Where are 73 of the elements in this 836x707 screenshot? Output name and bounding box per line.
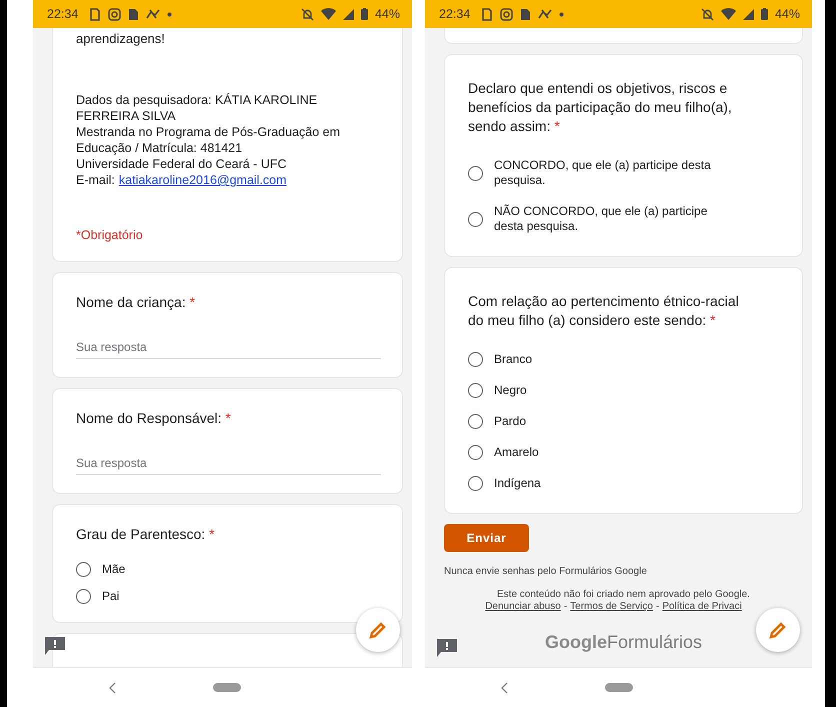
dot-icon: [559, 12, 564, 16]
option-label: Negro: [494, 383, 527, 398]
password-notice: Nunca envie senhas pelo Formulários Google: [444, 566, 648, 577]
wifi-icon: [720, 8, 736, 20]
card-icon: [520, 8, 532, 20]
feedback-icon[interactable]: [45, 637, 65, 655]
link-separator: -: [564, 601, 568, 612]
option-label: CONCORDO, que ele (a) participe desta pesquisa.: [494, 158, 712, 188]
pencil-icon: [768, 620, 788, 640]
option-label: Amarelo: [494, 445, 539, 460]
radio-button[interactable]: [468, 383, 483, 398]
product-name: Formulários: [606, 632, 702, 652]
question-title: Nome da criança: *: [76, 293, 196, 312]
feedback-icon[interactable]: [437, 639, 457, 657]
bell-off-icon: [300, 8, 314, 20]
option-label: Indígena: [494, 476, 541, 491]
intro-text: aprendizagens!: [76, 30, 166, 47]
question-title: Declaro que entendi os objetivos, riscos e benefícios da participação do meu filho(a), sendo assim: *: [468, 79, 733, 136]
wifi-icon: [320, 8, 336, 20]
home-handle[interactable]: [213, 683, 241, 692]
battery-level: 44%: [774, 7, 800, 21]
question-title: Nome do Responsável: *: [76, 409, 232, 428]
footer-link[interactable]: Denunciar abuso: [485, 601, 561, 612]
footer-link[interactable]: Termos de Serviço: [570, 601, 653, 612]
question-title: Grau de Parentesco: *: [76, 525, 216, 544]
document-icon: [89, 8, 102, 20]
disclaimer-text: Este conteúdo não foi criado nem aprovado pelo Google.: [496, 589, 751, 600]
required-note: *Obrigatório: [76, 228, 144, 242]
battery-icon: [360, 8, 368, 20]
option-label: Mãe: [102, 562, 126, 577]
home-handle[interactable]: [605, 683, 633, 692]
researcher-info: Universidade Federal do Ceará - UFC: [76, 156, 288, 172]
battery-icon: [760, 8, 768, 20]
pencil-icon: [368, 620, 388, 640]
route-icon: [538, 8, 552, 20]
email-link[interactable]: katiakaroline2016@gmail.com: [118, 173, 287, 187]
brand-name: Google: [544, 632, 607, 652]
answer-field[interactable]: Sua resposta: [76, 336, 381, 359]
signal-icon: [342, 8, 354, 20]
option-label: Pai: [102, 589, 120, 604]
radio-button[interactable]: [76, 562, 91, 577]
camera-icon: [108, 8, 122, 20]
status-time: 22:34: [47, 7, 78, 21]
answer-field[interactable]: Sua resposta: [76, 452, 381, 475]
status-time: 22:34: [439, 7, 470, 21]
researcher-info: Dados da pesquisadora: KÁTIA KAROLINE FERREIRA SILVA: [76, 92, 318, 124]
document-icon: [481, 8, 494, 20]
link-separator: -: [656, 601, 660, 612]
radio-button[interactable]: [468, 212, 483, 226]
back-icon[interactable]: [109, 682, 117, 694]
radio-button[interactable]: [76, 589, 91, 604]
card-icon: [128, 8, 140, 20]
back-icon[interactable]: [501, 682, 509, 694]
submit-button[interactable]: Enviar: [444, 524, 529, 552]
battery-level: 44%: [374, 7, 400, 21]
route-icon: [146, 8, 160, 20]
radio-button[interactable]: [468, 414, 483, 429]
dot-icon: [167, 12, 172, 16]
option-label: Branco: [494, 352, 532, 367]
radio-button[interactable]: [468, 166, 483, 180]
email-label: E-mail:: [76, 173, 115, 187]
bell-off-icon: [700, 8, 714, 20]
option-label: Pardo: [494, 414, 526, 429]
option-label: NÃO CONCORDO, que ele (a) participe desta pesquisa.: [494, 204, 708, 234]
radio-button[interactable]: [468, 352, 483, 367]
footer-link[interactable]: Política de Privaci: [662, 601, 742, 612]
radio-button[interactable]: [468, 476, 483, 491]
radio-button[interactable]: [468, 445, 483, 460]
question-title: Com relação ao pertencimento étnico-racial do meu filho (a) considero este sendo: *: [468, 292, 740, 330]
camera-icon: [500, 8, 514, 20]
edit-button[interactable]: [756, 608, 800, 652]
signal-icon: [742, 8, 754, 20]
researcher-info: Mestranda no Programa de Pós-Graduação em Educação / Matrícula: 481421: [76, 124, 342, 156]
